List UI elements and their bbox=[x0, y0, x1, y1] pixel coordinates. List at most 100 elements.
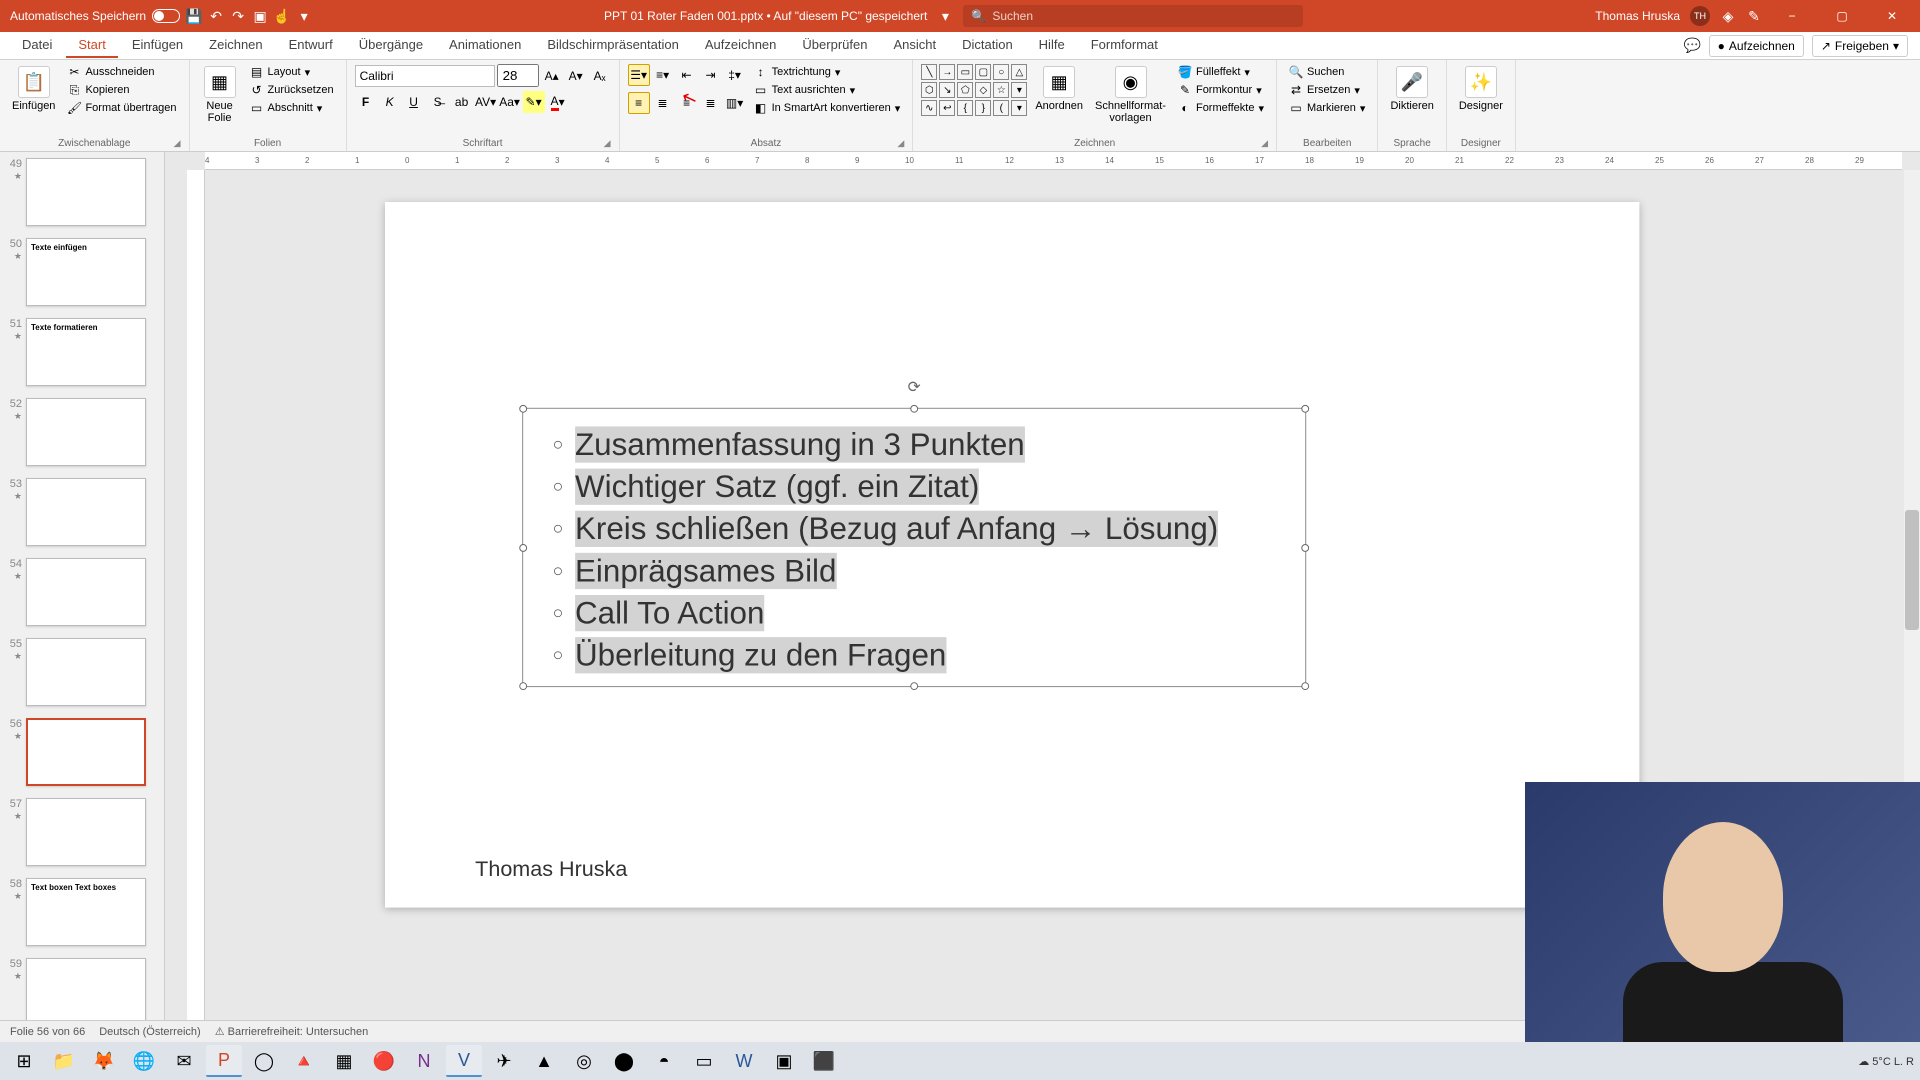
cut-button[interactable]: ✂Ausschneiden bbox=[63, 64, 180, 80]
reset-button[interactable]: ↺Zurücksetzen bbox=[246, 82, 338, 98]
strike-button[interactable]: S̶ bbox=[427, 91, 449, 113]
app-icon[interactable]: ◎ bbox=[566, 1045, 602, 1077]
present-icon[interactable]: ▣ bbox=[252, 8, 268, 24]
italic-button[interactable]: K bbox=[379, 91, 401, 113]
tab-entwurf[interactable]: Entwurf bbox=[277, 33, 345, 58]
bullets-button[interactable]: ☰▾ bbox=[628, 64, 650, 86]
arrange-button[interactable]: ▦Anordnen bbox=[1031, 64, 1087, 114]
language-status[interactable]: Deutsch (Österreich) bbox=[99, 1026, 200, 1038]
pen-icon[interactable]: ✎ bbox=[1746, 8, 1762, 24]
slide-thumbnail[interactable] bbox=[26, 158, 146, 226]
weather-widget[interactable]: ☁ 5°C L. R bbox=[1858, 1055, 1914, 1068]
record-button[interactable]: ● Aufzeichnen bbox=[1709, 35, 1804, 57]
word-icon[interactable]: W bbox=[726, 1045, 762, 1077]
fill-button[interactable]: 🪣Fülleffekt ▾ bbox=[1174, 64, 1268, 80]
slide-thumbnail-panel[interactable]: 49★50★Texte einfügen51★Texte formatieren… bbox=[0, 152, 165, 1056]
tab-einfuegen[interactable]: Einfügen bbox=[120, 33, 195, 58]
slide-thumbnail[interactable] bbox=[26, 718, 146, 786]
rotate-handle-icon[interactable]: ⟳ bbox=[908, 377, 921, 397]
chrome-icon[interactable]: 🌐 bbox=[126, 1045, 162, 1077]
tab-zeichnen[interactable]: Zeichnen bbox=[197, 33, 274, 58]
explorer-icon[interactable]: 📁 bbox=[46, 1045, 82, 1077]
slide-thumbnail[interactable] bbox=[26, 558, 146, 626]
bullet-item[interactable]: Einprägsames Bild bbox=[553, 553, 1276, 589]
para-launcher[interactable]: ◢ bbox=[897, 138, 904, 149]
onenote-icon[interactable]: N bbox=[406, 1045, 442, 1077]
text-direction-button[interactable]: ↕Textrichtung ▾ bbox=[750, 64, 905, 80]
tab-formformat[interactable]: Formformat bbox=[1079, 33, 1170, 58]
tab-uebergaenge[interactable]: Übergänge bbox=[347, 33, 435, 58]
paste-button[interactable]: 📋Einfügen bbox=[8, 64, 59, 114]
align-center-button[interactable]: ≣ bbox=[652, 92, 674, 114]
resize-handle[interactable] bbox=[519, 544, 527, 552]
copy-button[interactable]: ⎘Kopieren bbox=[63, 82, 180, 98]
resize-handle[interactable] bbox=[910, 405, 918, 413]
firefox-icon[interactable]: 🦊 bbox=[86, 1045, 122, 1077]
decrease-font-button[interactable]: A▾ bbox=[565, 65, 587, 87]
indent-button[interactable]: ⇥ bbox=[700, 64, 722, 86]
tab-dictation[interactable]: Dictation bbox=[950, 33, 1025, 58]
align-text-button[interactable]: ▭Text ausrichten ▾ bbox=[750, 82, 905, 98]
app-icon[interactable]: ⬤ bbox=[606, 1045, 642, 1077]
powerpoint-icon[interactable]: P bbox=[206, 1045, 242, 1077]
minimize-button[interactable]: − bbox=[1772, 2, 1812, 30]
tab-ueberpruefen[interactable]: Überprüfen bbox=[790, 33, 879, 58]
shapes-gallery[interactable]: ╲→▭▢○△ ⬡↘⬠◇☆▾ ∿↩{}(▾ bbox=[921, 64, 1027, 116]
app-icon[interactable]: ⬛ bbox=[806, 1045, 842, 1077]
resize-handle[interactable] bbox=[910, 682, 918, 690]
tab-datei[interactable]: Datei bbox=[10, 33, 64, 58]
font-launcher[interactable]: ◢ bbox=[604, 138, 611, 149]
slide-thumbnail[interactable]: Texte formatieren bbox=[26, 318, 146, 386]
align-left-button[interactable]: ≡ bbox=[628, 92, 650, 114]
shadow-button[interactable]: ab bbox=[451, 91, 473, 113]
undo-icon[interactable]: ↶ bbox=[208, 8, 224, 24]
slide-thumbnail[interactable] bbox=[26, 958, 146, 1026]
select-button[interactable]: ▭Markieren ▾ bbox=[1285, 100, 1369, 116]
app-icon[interactable]: ◯ bbox=[246, 1045, 282, 1077]
quick-styles-button[interactable]: ◉Schnellformat- vorlagen bbox=[1091, 64, 1170, 126]
app-icon[interactable]: 🔴 bbox=[366, 1045, 402, 1077]
slide-thumbnail[interactable]: Texte einfügen bbox=[26, 238, 146, 306]
slide-thumbnail[interactable] bbox=[26, 478, 146, 546]
case-button[interactable]: Aa▾ bbox=[499, 91, 521, 113]
bullet-item[interactable]: Kreis schließen (Bezug auf Anfang → Lösu… bbox=[553, 511, 1276, 547]
diamond-icon[interactable]: ◈ bbox=[1720, 8, 1736, 24]
save-icon[interactable]: 💾 bbox=[186, 8, 202, 24]
highlight-button[interactable]: ✎▾ bbox=[523, 91, 545, 113]
telegram-icon[interactable]: ✈ bbox=[486, 1045, 522, 1077]
tab-animationen[interactable]: Animationen bbox=[437, 33, 533, 58]
layout-button[interactable]: ▤Layout ▾ bbox=[246, 64, 338, 80]
scrollbar-thumb[interactable] bbox=[1905, 510, 1919, 630]
toggle-switch[interactable] bbox=[152, 9, 180, 23]
share-button[interactable]: ↗ Freigeben ▾ bbox=[1812, 35, 1908, 57]
resize-handle[interactable] bbox=[1301, 682, 1309, 690]
bullet-item[interactable]: Überleitung zu den Fragen bbox=[553, 637, 1276, 673]
replace-button[interactable]: ⇄Ersetzen ▾ bbox=[1285, 82, 1369, 98]
draw-launcher[interactable]: ◢ bbox=[1261, 138, 1268, 149]
app-icon[interactable]: ▭ bbox=[686, 1045, 722, 1077]
qat-more-icon[interactable]: ▾ bbox=[296, 8, 312, 24]
increase-font-button[interactable]: A▴ bbox=[541, 65, 563, 87]
tab-aufzeichnen[interactable]: Aufzeichnen bbox=[693, 33, 789, 58]
tab-hilfe[interactable]: Hilfe bbox=[1027, 33, 1077, 58]
underline-button[interactable]: U bbox=[403, 91, 425, 113]
align-right-button[interactable]: ≡ bbox=[676, 92, 698, 114]
outdent-button[interactable]: ⇤ bbox=[676, 64, 698, 86]
touch-icon[interactable]: ☝ bbox=[274, 8, 290, 24]
search-box[interactable]: 🔍 bbox=[963, 5, 1303, 27]
slide-canvas[interactable]: ⟳ Zusammenfassung in 3 PunktenWichtiger … bbox=[385, 202, 1639, 908]
user-avatar[interactable]: TH bbox=[1690, 6, 1710, 26]
slide-thumbnail[interactable]: Text boxen Text boxes bbox=[26, 878, 146, 946]
format-painter-button[interactable]: 🖌Format übertragen bbox=[63, 100, 180, 116]
bullet-item[interactable]: Call To Action bbox=[553, 595, 1276, 631]
app-icon[interactable]: ▲ bbox=[526, 1045, 562, 1077]
content-textbox[interactable]: ⟳ Zusammenfassung in 3 PunktenWichtiger … bbox=[522, 408, 1306, 687]
resize-handle[interactable] bbox=[519, 682, 527, 690]
bold-button[interactable]: F bbox=[355, 91, 377, 113]
resize-handle[interactable] bbox=[1301, 544, 1309, 552]
line-spacing-button[interactable]: ‡▾ bbox=[724, 64, 746, 86]
font-size-combo[interactable] bbox=[497, 64, 539, 87]
dictate-button[interactable]: 🎤Diktieren bbox=[1386, 64, 1437, 114]
columns-button[interactable]: ▥▾ bbox=[724, 92, 746, 114]
autosave-toggle[interactable]: Automatisches Speichern bbox=[10, 9, 180, 23]
